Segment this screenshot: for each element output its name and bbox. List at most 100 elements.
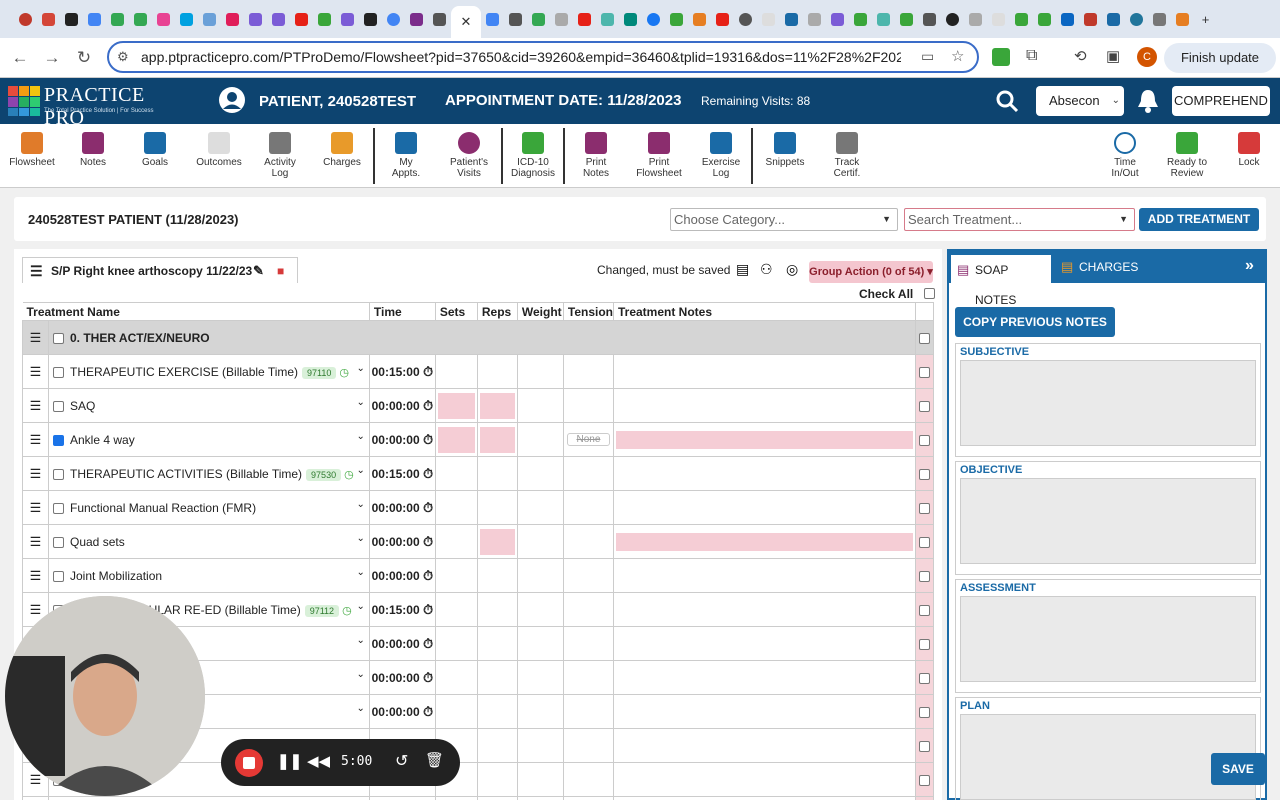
tension-cell[interactable] [562, 388, 615, 423]
weight-cell[interactable] [516, 422, 564, 457]
tab-icon[interactable] [826, 8, 849, 31]
row-select-cell[interactable] [915, 490, 934, 525]
stopwatch-icon[interactable]: ⏱ [423, 670, 433, 685]
notes-cell[interactable] [613, 660, 916, 695]
row-checkbox[interactable] [53, 502, 64, 514]
drag-handle-icon[interactable]: ☰ [22, 490, 49, 525]
tab-icon[interactable] [1056, 8, 1079, 31]
tab-icon[interactable] [129, 8, 152, 31]
search-icon[interactable] [995, 89, 1019, 113]
reps-cell[interactable] [476, 388, 518, 423]
tab-icon[interactable] [734, 8, 757, 31]
row-checkbox[interactable] [53, 570, 64, 582]
tab-icon[interactable] [1079, 8, 1102, 31]
toolbar-notes[interactable]: Notes [68, 124, 118, 188]
stopwatch-icon[interactable]: ⏱ [423, 534, 433, 549]
reps-cell[interactable] [476, 728, 518, 763]
back-icon[interactable]: ← [8, 46, 32, 70]
row-select-cell[interactable] [915, 762, 934, 797]
add-treatment-button[interactable]: ADD TREATMENT [1139, 208, 1259, 231]
chevron-down-icon[interactable]: ⌄ [356, 397, 364, 408]
sets-cell[interactable] [434, 592, 478, 627]
tab-icon[interactable] [573, 8, 596, 31]
time-cell[interactable]: 00:00:00 ⏱ [368, 388, 436, 423]
tab-icon[interactable] [1125, 8, 1148, 31]
weight-cell[interactable] [516, 456, 564, 491]
tab-icon[interactable] [290, 8, 313, 31]
tab-icon[interactable] [1148, 8, 1171, 31]
category-select[interactable]: Choose Category... ▼ [670, 208, 898, 231]
stopwatch-icon[interactable]: ⏱ [423, 602, 433, 617]
row-select-cell[interactable] [915, 354, 934, 389]
drag-handle-icon[interactable]: ☰ [22, 388, 49, 423]
tab-icon[interactable] [872, 8, 895, 31]
camera-icon[interactable]: ▭ [921, 48, 934, 65]
tab-icon[interactable] [313, 8, 336, 31]
patient-name[interactable]: PATIENT, 240528TEST [259, 93, 416, 110]
site-info-icon[interactable]: ⚙ [117, 49, 129, 65]
tension-cell[interactable] [562, 796, 615, 800]
sets-cell[interactable] [434, 694, 478, 729]
drag-handle-icon[interactable]: ☰ [22, 320, 49, 355]
toolbar-flowsheet[interactable]: Flowsheet [2, 124, 62, 188]
row-select-checkbox[interactable] [919, 332, 930, 344]
tab-icon[interactable] [14, 8, 37, 31]
tab-icon[interactable] [780, 8, 803, 31]
chevron-down-icon[interactable]: ⌄ [356, 635, 364, 646]
stopwatch-icon[interactable]: ⏱ [423, 568, 433, 583]
treatment-name-cell[interactable]: SAQ ⌄ [48, 388, 370, 423]
objective-textarea[interactable] [960, 478, 1256, 564]
tab-icon[interactable] [619, 8, 642, 31]
tab-icon[interactable] [527, 8, 550, 31]
tab-icon[interactable] [267, 8, 290, 31]
drag-handle-icon[interactable]: ☰ [22, 796, 49, 800]
row-select-checkbox[interactable] [919, 434, 930, 446]
notes-cell[interactable] [613, 694, 916, 729]
row-checkbox[interactable] [53, 536, 64, 548]
tension-cell[interactable] [562, 728, 615, 763]
group-select-cell[interactable] [915, 320, 934, 355]
tab-icon[interactable] [83, 8, 106, 31]
row-select-cell[interactable] [915, 524, 934, 559]
trash-icon[interactable]: ■ [277, 258, 284, 284]
row-checkbox[interactable] [53, 400, 64, 412]
reps-cell[interactable] [476, 660, 518, 695]
clock-icon[interactable]: ◷ [339, 367, 349, 379]
chevron-down-icon[interactable]: ⌄ [356, 601, 364, 612]
sets-cell[interactable] [434, 490, 478, 525]
puzzle-icon[interactable]: ⧉ [1026, 47, 1037, 65]
tension-cell[interactable] [562, 456, 615, 491]
reps-cell[interactable] [476, 354, 518, 389]
row-checkbox[interactable] [53, 468, 64, 480]
weight-cell[interactable] [516, 490, 564, 525]
tension-cell[interactable] [562, 354, 615, 389]
group-action-button[interactable]: Group Action (0 of 54) ▾ [809, 261, 933, 283]
chevron-down-icon[interactable]: ⌄ [356, 431, 364, 442]
url-field[interactable]: ⚙ app.ptpracticepro.com/PTProDemo/Flowsh… [107, 41, 979, 73]
sets-cell[interactable] [434, 660, 478, 695]
reps-cell[interactable] [476, 456, 518, 491]
drag-handle-icon[interactable]: ☰ [22, 354, 49, 389]
tab-icon[interactable] [665, 8, 688, 31]
weight-cell[interactable] [516, 558, 564, 593]
notes-cell[interactable] [613, 354, 916, 389]
sets-cell[interactable] [434, 354, 478, 389]
tab-icon[interactable] [221, 8, 244, 31]
save-button[interactable]: SAVE [1211, 753, 1265, 785]
chevron-down-icon[interactable]: ⌄ [356, 669, 364, 680]
toolbar-snippets[interactable]: Snippets [758, 124, 812, 188]
tension-cell[interactable] [562, 762, 615, 797]
stopwatch-icon[interactable]: ⏱ [423, 466, 433, 481]
row-select-checkbox[interactable] [919, 672, 930, 684]
copy-previous-notes-button[interactable]: COPY PREVIOUS NOTES [955, 307, 1115, 337]
profile-avatar[interactable]: C [1137, 47, 1157, 67]
row-select-cell[interactable] [915, 592, 934, 627]
bookmark-star-icon[interactable]: ☆ [951, 47, 964, 65]
drag-handle-icon[interactable]: ☰ [22, 558, 49, 593]
tab-icon[interactable] [895, 8, 918, 31]
tab-icon[interactable] [359, 8, 382, 31]
tab-icon[interactable] [336, 8, 359, 31]
stopwatch-icon[interactable]: ⏱ [423, 500, 433, 515]
row-select-cell[interactable] [915, 796, 934, 800]
sets-cell[interactable] [434, 796, 478, 800]
